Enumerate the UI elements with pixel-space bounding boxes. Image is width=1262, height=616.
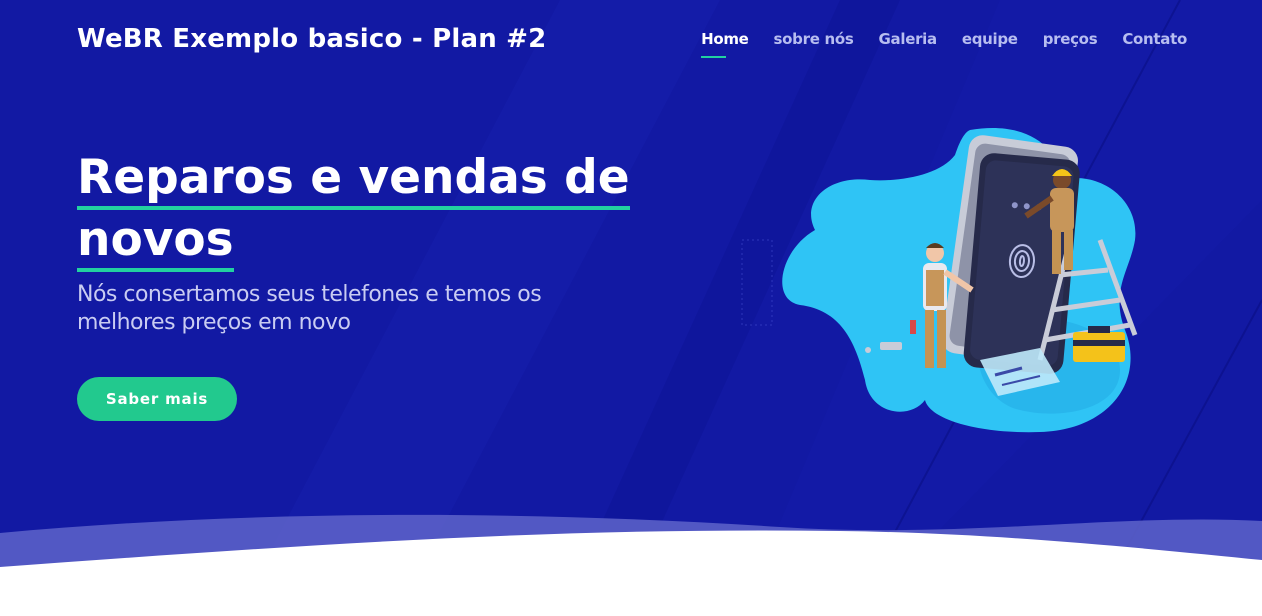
nav-menu: Home sobre nós Galeria equipe preços Con… (701, 30, 1187, 58)
nav-item-home[interactable]: Home (701, 30, 749, 58)
nav-item-equipe[interactable]: equipe (962, 30, 1018, 48)
nav-item-precos[interactable]: preços (1043, 30, 1098, 48)
nav-item-sobre-nos[interactable]: sobre nós (774, 30, 854, 48)
hero-title-line-2: novos (77, 212, 234, 272)
bottom-wave (0, 514, 1262, 570)
top-navbar: WeBR Exemplo basico - Plan #2 Home sobre… (0, 0, 1262, 80)
brand-logo[interactable]: WeBR Exemplo basico - Plan #2 (77, 24, 546, 54)
phone-repair-illustration (741, 128, 1138, 433)
hero-section: WeBR Exemplo basico - Plan #2 Home sobre… (0, 0, 1262, 570)
hero-title-line-1: Reparos e vendas de (77, 150, 630, 210)
hero-subtitle: Nós consertamos seus telefones e temos o… (77, 282, 542, 335)
hero-title: Reparos e vendas de novos (77, 150, 630, 274)
saber-mais-button[interactable]: Saber mais (77, 377, 237, 421)
nav-item-contato[interactable]: Contato (1122, 30, 1187, 48)
nav-item-galeria[interactable]: Galeria (879, 30, 938, 48)
